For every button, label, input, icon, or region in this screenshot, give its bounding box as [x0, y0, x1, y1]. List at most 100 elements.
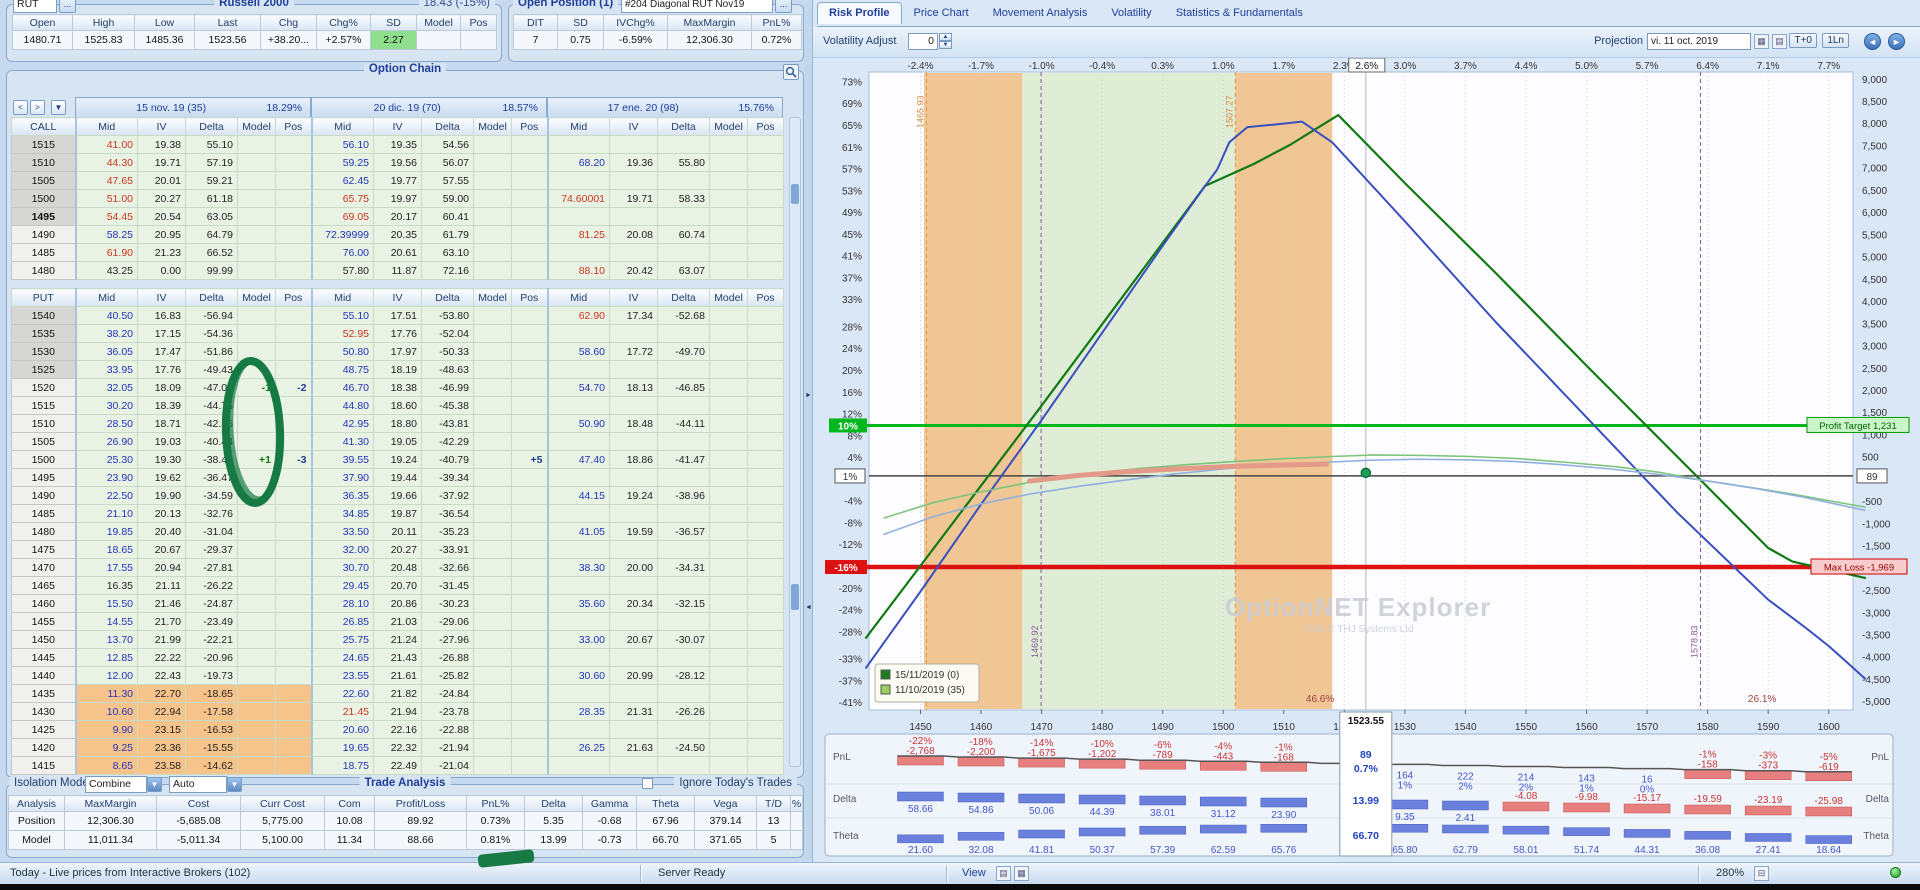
chain-cell[interactable]: [276, 325, 312, 343]
chain-cell[interactable]: [276, 505, 312, 523]
chain-cell[interactable]: [512, 397, 548, 415]
chain-cell[interactable]: 20.17: [374, 208, 422, 226]
chain-cell[interactable]: 72.39999: [312, 226, 374, 244]
chain-cell[interactable]: -31.04: [186, 523, 238, 541]
chain-cell[interactable]: 20.42: [610, 262, 658, 280]
chain-cell[interactable]: 20.11: [374, 523, 422, 541]
expiration-header[interactable]: 15 nov. 19 (35)18.29%: [75, 97, 311, 119]
chain-cell[interactable]: [610, 361, 658, 379]
chain-cell[interactable]: 19.66: [374, 487, 422, 505]
calendar-icon[interactable]: ▦: [1754, 34, 1769, 49]
chain-cell[interactable]: 21.99: [138, 631, 186, 649]
chain-cell[interactable]: 35.60: [548, 595, 610, 613]
chain-cell[interactable]: 20.00: [610, 559, 658, 577]
chain-cell[interactable]: 58.60: [548, 343, 610, 361]
chain-cell[interactable]: [238, 613, 276, 631]
chain-cell[interactable]: [276, 559, 312, 577]
chain-cell[interactable]: [658, 244, 710, 262]
chain-cell[interactable]: [512, 361, 548, 379]
chain-cell[interactable]: [548, 172, 610, 190]
chain-cell[interactable]: -2: [276, 379, 312, 397]
chain-cell[interactable]: 57.55: [422, 172, 474, 190]
chain-cell[interactable]: 74.60001: [548, 190, 610, 208]
chain-cell[interactable]: 19.71: [610, 190, 658, 208]
chain-cell[interactable]: 16.35: [76, 577, 138, 595]
chain-cell[interactable]: 33.95: [76, 361, 138, 379]
chain-cell[interactable]: 63.10: [422, 244, 474, 262]
chain-cell[interactable]: 22.70: [138, 685, 186, 703]
chain-cell[interactable]: [512, 136, 548, 154]
chain-cell[interactable]: 54.56: [422, 136, 474, 154]
chain-cell[interactable]: -53.80: [422, 307, 474, 325]
chain-cell[interactable]: [548, 325, 610, 343]
chain-cell[interactable]: 30.60: [548, 667, 610, 685]
chain-cell[interactable]: [512, 154, 548, 172]
chain-cell[interactable]: -40.79: [422, 451, 474, 469]
chain-cell[interactable]: [474, 523, 512, 541]
chain-cell[interactable]: -24.87: [186, 595, 238, 613]
chain-cell[interactable]: [710, 703, 748, 721]
chain-cell[interactable]: 21.10: [76, 505, 138, 523]
chain-cell[interactable]: [658, 325, 710, 343]
chain-cell[interactable]: 19.05: [374, 433, 422, 451]
chain-cell[interactable]: 18.65: [76, 541, 138, 559]
chain-cell[interactable]: -27.96: [422, 631, 474, 649]
tab-risk-profile[interactable]: Risk Profile: [817, 2, 902, 24]
panel-splitter[interactable]: ► ◄: [805, 4, 812, 858]
chain-cell[interactable]: 20.95: [138, 226, 186, 244]
chain-cell[interactable]: -41.47: [658, 451, 710, 469]
chain-cell[interactable]: 20.94: [138, 559, 186, 577]
chain-cell[interactable]: 61.79: [422, 226, 474, 244]
chain-cell[interactable]: -34.59: [186, 487, 238, 505]
chain-cell[interactable]: 19.03: [138, 433, 186, 451]
chain-cell[interactable]: 18.48: [610, 415, 658, 433]
chain-cell[interactable]: 20.99: [610, 667, 658, 685]
chain-cell[interactable]: 63.05: [186, 208, 238, 226]
chain-cell[interactable]: [474, 307, 512, 325]
chain-cell[interactable]: [474, 379, 512, 397]
position-name-input[interactable]: #204 Diagonal RUT Nov19: [621, 0, 773, 13]
chain-cell[interactable]: [276, 136, 312, 154]
chain-cell[interactable]: 10.60: [76, 703, 138, 721]
chain-cell[interactable]: [548, 541, 610, 559]
chain-cell[interactable]: [658, 613, 710, 631]
chain-cell[interactable]: 51.00: [76, 190, 138, 208]
chain-cell[interactable]: -49.43: [186, 361, 238, 379]
chain-scrollbar-thumb[interactable]: [791, 584, 799, 610]
chain-cell[interactable]: [748, 343, 784, 361]
chain-cell[interactable]: -44.75: [186, 397, 238, 415]
symbol-input[interactable]: RUT: [13, 0, 57, 13]
chain-cell[interactable]: [276, 685, 312, 703]
chain-cell[interactable]: [548, 244, 610, 262]
chain-cell[interactable]: 23.36: [138, 739, 186, 757]
chain-cell[interactable]: 12.85: [76, 649, 138, 667]
chain-cell[interactable]: 26.85: [312, 613, 374, 631]
chain-cell[interactable]: 21.23: [138, 244, 186, 262]
chain-cell[interactable]: [512, 649, 548, 667]
chain-cell[interactable]: [238, 649, 276, 667]
tab-price-chart[interactable]: Price Chart: [902, 2, 981, 24]
chain-cell[interactable]: [748, 541, 784, 559]
chain-cell[interactable]: 28.50: [76, 415, 138, 433]
chain-cell[interactable]: 39.55: [312, 451, 374, 469]
chain-cell[interactable]: -32.66: [422, 559, 474, 577]
chain-cell[interactable]: [710, 739, 748, 757]
chain-cell[interactable]: 44.80: [312, 397, 374, 415]
zoom-slider-icon[interactable]: ⊟: [1754, 866, 1769, 881]
chain-cell[interactable]: [276, 721, 312, 739]
chain-cell[interactable]: 14.55: [76, 613, 138, 631]
chain-cell[interactable]: [748, 325, 784, 343]
chain-cell[interactable]: [610, 172, 658, 190]
chain-cell[interactable]: [238, 577, 276, 595]
chain-cell[interactable]: 21.31: [610, 703, 658, 721]
oneln-toggle[interactable]: 1Ln: [1822, 33, 1849, 48]
chain-cell[interactable]: [710, 244, 748, 262]
chain-cell[interactable]: [548, 721, 610, 739]
chain-cell[interactable]: -56.94: [186, 307, 238, 325]
chain-cell[interactable]: [548, 757, 610, 775]
chain-cell[interactable]: -3: [276, 451, 312, 469]
chain-cell[interactable]: 28.10: [312, 595, 374, 613]
chain-cell[interactable]: 11.87: [374, 262, 422, 280]
chain-cell[interactable]: [658, 433, 710, 451]
chain-cell[interactable]: 18.75: [312, 757, 374, 775]
